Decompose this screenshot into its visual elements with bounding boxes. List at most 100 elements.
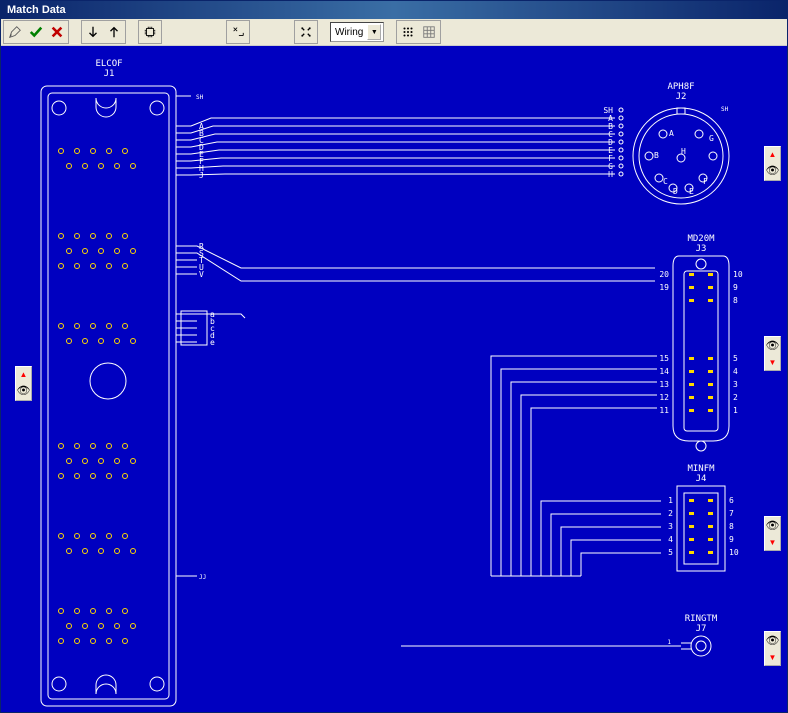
svg-text:4: 4 [668,535,673,544]
combo-label: Wiring [335,27,363,38]
accept-button[interactable] [26,22,46,42]
svg-text:MINFM: MINFM [687,464,715,474]
svg-text:4: 4 [733,367,738,376]
check-icon [29,25,43,39]
svg-text:J7: J7 [696,624,707,634]
svg-text:SH: SH [196,94,204,101]
eye-widget-j2[interactable]: ▲ 👁 [764,146,781,181]
arrow-up-icon [107,25,121,39]
svg-text:7: 7 [729,509,734,518]
arrow-down-red-icon: ▼ [769,654,777,662]
j1-name: ELCOF [95,59,122,69]
mode-combo[interactable]: Wiring ▼ [330,22,384,42]
xref-button[interactable] [228,22,248,42]
svg-text:J3: J3 [696,244,707,254]
arrow-down-icon [86,25,100,39]
app-window: Match Data [0,0,788,713]
svg-text:9: 9 [733,283,738,292]
svg-text:RINGTM: RINGTM [685,614,718,624]
grid-button[interactable] [419,22,439,42]
svg-text:2: 2 [733,393,738,402]
j1-box-labels: a b c d e [210,310,215,347]
toolbar-group-opts [396,20,441,44]
j1-mid-labels: R S T U V [199,242,204,279]
pencil-icon [8,25,22,39]
svg-text:11: 11 [659,406,669,415]
eye-widget-j4[interactable]: 👁 ▼ [764,516,781,551]
svg-text:15: 15 [659,354,669,363]
svg-text:F: F [703,177,708,186]
j1-top-labels: A B C D E F H J [199,122,204,180]
svg-text:20: 20 [659,270,669,279]
svg-text:G: G [709,134,714,143]
eye-icon: 👁 [766,636,780,647]
window-title: Match Data [7,4,66,16]
svg-text:6: 6 [729,496,734,505]
svg-text:13: 13 [659,380,669,389]
center-button[interactable] [296,22,316,42]
eye-icon: 👁 [766,521,780,532]
svg-text:19: 19 [659,283,669,292]
chip-button[interactable] [140,22,160,42]
toolbar: Wiring ▼ [1,19,787,46]
svg-text:3: 3 [668,522,673,531]
svg-text:E: E [689,187,694,196]
toolbar-group-center [294,20,318,44]
toolbar-group-move [81,20,126,44]
svg-text:J4: J4 [696,474,707,484]
svg-text:JJ: JJ [199,574,206,581]
arrow-up-red-icon: ▲ [20,371,28,379]
chip-icon [143,25,157,39]
svg-text:10: 10 [729,548,739,557]
svg-text:8: 8 [733,296,738,305]
svg-text:5: 5 [733,354,738,363]
combo-arrow-icon: ▼ [367,24,381,40]
svg-text:10: 10 [733,270,743,279]
down-button[interactable] [83,22,103,42]
wiring-svg: ELCOF J1 [1,46,787,712]
svg-text:12: 12 [659,393,669,402]
eye-icon: 👁 [766,341,780,352]
svg-text:SH: SH [721,106,729,113]
svg-text:1: 1 [668,496,673,505]
eye-icon: 👁 [17,386,31,397]
options-button[interactable] [398,22,418,42]
arrow-down-red-icon: ▼ [769,359,777,367]
connector-j2 [633,108,729,204]
svg-text:8: 8 [729,522,734,531]
pencil-button[interactable] [5,22,25,42]
toolbar-group-xref [226,20,250,44]
fourarrow-icon [299,25,313,39]
j1-ref: J1 [104,69,115,79]
svg-text:1: 1 [733,406,738,415]
svg-text:A: A [669,129,674,138]
svg-text:V: V [199,270,204,279]
arrow-up-red-icon: ▲ [769,151,777,159]
eye-widget-j7[interactable]: 👁 ▼ [764,631,781,666]
connector-j3 [673,256,729,451]
svg-text:J: J [199,171,204,180]
svg-text:1: 1 [667,639,671,646]
eye-widget-j3[interactable]: 👁 ▼ [764,336,781,371]
svg-text:J2: J2 [676,92,687,102]
up-button[interactable] [104,22,124,42]
xref-icon [231,25,245,39]
dots-icon [401,25,415,39]
title-bar: Match Data [1,1,787,19]
svg-text:D: D [673,187,678,196]
svg-text:B: B [654,151,659,160]
grid-icon [422,25,436,39]
svg-text:9: 9 [729,535,734,544]
eye-widget-left[interactable]: ▲ 👁 [15,366,32,401]
svg-text:2: 2 [668,509,673,518]
svg-text:H: H [681,147,686,156]
svg-text:APH8F: APH8F [667,82,694,92]
connector-j7 [401,636,711,656]
cross-icon [50,25,64,39]
connector-j4 [677,486,725,571]
svg-text:14: 14 [659,367,669,376]
diagram-canvas[interactable]: ELCOF J1 [1,46,787,712]
reject-button[interactable] [47,22,67,42]
toolbar-group-edit [3,20,69,44]
eye-icon: 👁 [766,166,780,177]
